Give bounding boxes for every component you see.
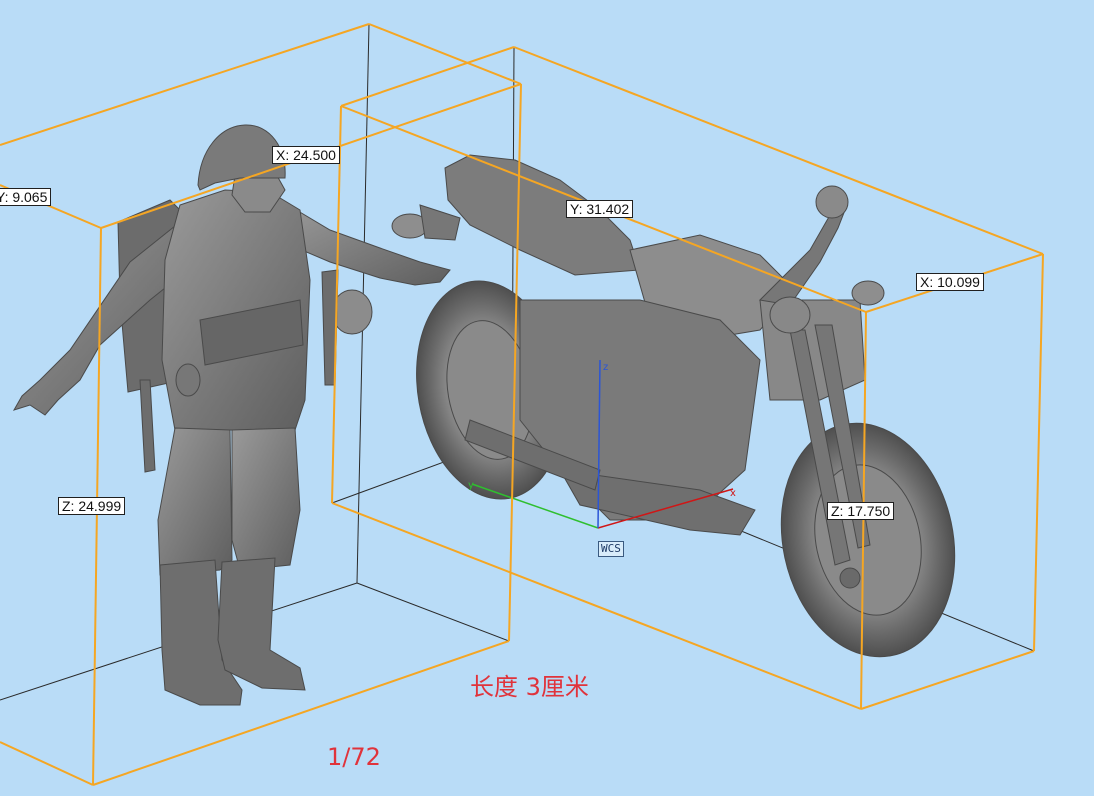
length-caption: 长度 3厘米 — [470, 673, 589, 701]
figure-dimension-y: Y: 9.065 — [0, 188, 52, 206]
motorcycle-model[interactable] — [391, 154, 976, 673]
soldier-figure-model[interactable] — [12, 124, 451, 706]
motorcycle-dimension-z: Z: 17.750 — [827, 502, 895, 520]
svg-text:y: y — [468, 480, 474, 491]
motorcycle-dimension-y: Y: 31.402 — [566, 200, 634, 218]
wcs-label: WCS — [598, 541, 624, 557]
svg-text:z: z — [603, 362, 608, 373]
figure-dimension-z: Z: 24.999 — [58, 497, 126, 515]
svg-text:x: x — [730, 488, 736, 499]
motorcycle-dimension-x: X: 10.099 — [916, 273, 984, 291]
figure-dimension-x: X: 24.500 — [272, 146, 340, 164]
scale-caption: 1/72 — [327, 743, 381, 771]
